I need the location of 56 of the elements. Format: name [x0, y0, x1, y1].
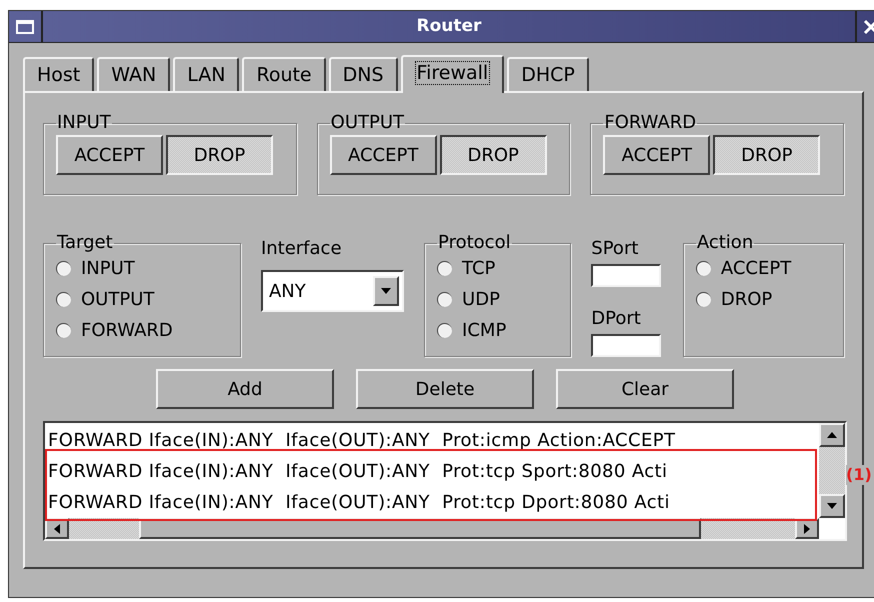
radio-label: UDP [462, 288, 500, 312]
radio-button[interactable] [437, 292, 452, 307]
tab[interactable]: DNS [328, 57, 398, 91]
radio-button[interactable] [696, 292, 711, 307]
radio-button[interactable] [437, 261, 452, 276]
policy-button[interactable]: DROP [713, 135, 820, 175]
group-title: Protocol [437, 233, 512, 253]
rule-row[interactable]: FORWARD Iface(IN):ANY Iface(OUT):ANY Prot:tcp Dport:8080 Acti [48, 487, 819, 518]
group-title: FORWARD [603, 113, 698, 133]
action-button[interactable]: Clear [556, 369, 734, 409]
interface-label: Interface [260, 237, 343, 261]
group-title: Action [696, 233, 754, 253]
radio-button[interactable] [56, 323, 71, 338]
radio-button[interactable] [56, 261, 71, 276]
policy-button[interactable]: ACCEPT [330, 135, 437, 175]
policy-button[interactable]: DROP [440, 135, 547, 175]
radio-button[interactable] [56, 292, 71, 307]
tab[interactable]: LAN [173, 57, 240, 91]
scroll-right-icon[interactable] [795, 518, 819, 539]
group-title: OUTPUT [330, 113, 406, 133]
radio-label: ACCEPT [720, 257, 792, 281]
radio-label: DROP [720, 288, 772, 312]
interface-dropdown[interactable]: ANY [260, 270, 404, 312]
tab[interactable]: Firewall [400, 55, 504, 93]
group-title: Target [56, 233, 114, 253]
action-button[interactable]: Delete [356, 369, 534, 409]
tab[interactable]: Host [23, 57, 94, 91]
rule-row[interactable]: FORWARD Iface(IN):ANY Iface(OUT):ANY Prot:tcp Sport:8080 Acti [48, 456, 819, 487]
dport-label: DPort [591, 307, 642, 331]
vertical-scrollbar[interactable] [819, 423, 845, 518]
radio-label: TCP [462, 257, 496, 281]
scroll-thumb[interactable] [139, 518, 701, 539]
dport-field[interactable] [591, 334, 662, 357]
scroll-down-icon[interactable] [819, 494, 845, 518]
scroll-up-icon[interactable] [819, 423, 845, 447]
window-title: Router [416, 14, 482, 38]
radio-label: INPUT [81, 257, 135, 281]
annotation-label: (1) [846, 465, 872, 485]
sport-label: SPort [591, 237, 640, 261]
rule-row[interactable]: FORWARD Iface(IN):ANY Iface(OUT):ANY Prot:icmp Action:ACCEPT [48, 425, 819, 456]
tab[interactable]: Route [242, 57, 326, 91]
scroll-left-icon[interactable] [45, 518, 69, 539]
group-title: INPUT [56, 113, 112, 133]
tab[interactable]: WAN [97, 57, 170, 91]
tab[interactable]: DHCP [507, 57, 589, 91]
policy-button[interactable]: ACCEPT [56, 135, 163, 175]
radio-button[interactable] [696, 261, 711, 276]
policy-button[interactable]: ACCEPT [603, 135, 710, 175]
action-button[interactable]: Add [156, 369, 334, 409]
horizontal-scrollbar[interactable] [45, 518, 819, 539]
radio-label: OUTPUT [81, 288, 154, 312]
radio-label: ICMP [462, 319, 506, 343]
radio-button[interactable] [437, 323, 452, 338]
radio-label: FORWARD [81, 319, 173, 343]
sport-field[interactable] [591, 264, 662, 287]
policy-button[interactable]: DROP [166, 135, 273, 175]
